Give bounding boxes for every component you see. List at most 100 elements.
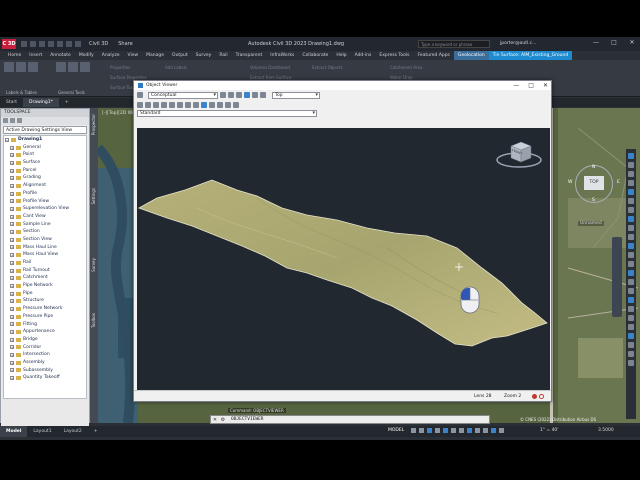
compass-south[interactable]: S — [592, 198, 595, 203]
command-line[interactable]: ✕ ⚙ OBJECTVIEWER — [210, 415, 490, 424]
transparency-icon[interactable] — [628, 288, 634, 294]
tree-item[interactable]: + Fitting — [4, 321, 86, 329]
tree-item[interactable]: + Grading — [4, 174, 86, 182]
object-viewer-canvas[interactable]: FRONT — [137, 128, 550, 390]
ov-ortho-icon[interactable] — [161, 101, 167, 108]
tree-root[interactable]: − Drawing1 — [4, 136, 86, 144]
ov-maximize-icon[interactable]: □ — [528, 81, 534, 90]
tree-item[interactable]: + Assembly — [4, 359, 86, 367]
ortho-toggle-icon[interactable] — [427, 428, 433, 433]
ov-zoom-extents-icon[interactable] — [252, 92, 258, 98]
expand-icon[interactable]: + — [10, 237, 14, 242]
side-tab-settings[interactable]: Settings — [91, 188, 97, 204]
new-icon[interactable] — [21, 41, 27, 47]
toolspace-view-icon[interactable] — [3, 118, 8, 123]
elevation-readout[interactable]: 3.5000 — [598, 428, 614, 433]
otrack-icon[interactable] — [628, 270, 634, 276]
tree-item[interactable]: + Point — [4, 151, 86, 159]
showmotion-icon[interactable] — [628, 189, 634, 195]
tab-manage[interactable]: Manage — [142, 51, 168, 60]
toolspace-icon[interactable] — [56, 62, 66, 72]
maximize-icon[interactable]: □ — [608, 39, 620, 48]
customize-icon[interactable] — [628, 360, 634, 366]
workspace-icon[interactable] — [628, 324, 634, 330]
expand-icon[interactable]: + — [10, 245, 14, 250]
ov-wireframe-icon[interactable] — [137, 101, 143, 108]
expand-icon[interactable]: + — [10, 345, 14, 350]
hardware-icon[interactable] — [628, 342, 634, 348]
tab-insert[interactable]: Insert — [25, 51, 46, 60]
compass-west[interactable]: W — [568, 180, 572, 185]
autoscale-icon[interactable] — [499, 428, 505, 433]
tab-addins[interactable]: Add-ins — [351, 51, 376, 60]
tab-help[interactable]: Help — [332, 51, 350, 60]
ov-fly-icon[interactable] — [193, 101, 199, 108]
tab-layout1[interactable]: Layout1 — [27, 426, 57, 437]
tab-view[interactable]: View — [123, 51, 142, 60]
ov-zoom-icon[interactable] — [228, 92, 234, 98]
toolspace-refresh-icon[interactable] — [10, 118, 15, 123]
ov-shaded-icon[interactable] — [153, 101, 159, 108]
gizmo-icon[interactable] — [628, 306, 634, 312]
ribbon-item[interactable]: Add Labels — [165, 65, 187, 70]
save-icon[interactable] — [39, 41, 45, 47]
ucs-label[interactable]: Unnamed — [578, 221, 604, 226]
osnap-icon[interactable] — [628, 261, 634, 267]
tab-infraworks[interactable]: InfraWorks — [266, 51, 298, 60]
cmd-customize-icon[interactable]: ⚙ — [219, 417, 227, 423]
add-tables-icon[interactable] — [16, 62, 26, 72]
expand-icon[interactable]: + — [10, 276, 14, 281]
clean-screen-icon[interactable] — [628, 351, 634, 357]
tab-home[interactable]: Home — [4, 51, 25, 60]
expand-icon[interactable]: + — [10, 214, 14, 219]
side-tab-prospector[interactable]: Prospector — [91, 114, 97, 135]
undo-icon[interactable] — [66, 41, 72, 47]
compass-east[interactable]: E — [617, 180, 620, 185]
expand-icon[interactable]: + — [10, 222, 14, 227]
new-tab-icon[interactable]: + — [59, 98, 75, 107]
expand-icon[interactable]: + — [10, 291, 14, 296]
expand-icon[interactable]: + — [10, 268, 14, 273]
expand-icon[interactable]: + — [10, 253, 14, 258]
tree-item[interactable]: + Mass Haul View — [4, 251, 86, 259]
expand-icon[interactable]: + — [10, 322, 14, 327]
tab-modify[interactable]: Modify — [75, 51, 98, 60]
tree-item[interactable]: + Catchment — [4, 274, 86, 282]
inquiry-icon[interactable] — [68, 62, 78, 72]
snap-toggle-icon[interactable] — [419, 428, 425, 433]
selection-cycling-icon[interactable] — [483, 428, 489, 433]
tree-item[interactable]: + Appurtenance — [4, 328, 86, 336]
geo-icon[interactable] — [628, 216, 634, 222]
tree-item[interactable]: + Section — [4, 228, 86, 236]
orbit-icon[interactable] — [628, 180, 634, 186]
expand-icon[interactable]: + — [10, 191, 14, 196]
side-tab-toolbox[interactable]: Toolbox — [91, 313, 97, 328]
map-icon[interactable] — [628, 207, 634, 213]
annotation-scale[interactable]: 1" = 40' — [540, 428, 559, 433]
open-icon[interactable] — [30, 41, 36, 47]
otrack-toggle-icon[interactable] — [459, 428, 465, 433]
expand-icon[interactable]: + — [10, 306, 14, 311]
expand-icon[interactable]: + — [10, 207, 14, 212]
lineweight-icon[interactable] — [628, 279, 634, 285]
tab-drawing1[interactable]: Drawing1* — [23, 98, 59, 107]
polar-toggle-icon[interactable] — [435, 428, 441, 433]
query-icon[interactable] — [80, 62, 90, 72]
steering-wheel-icon[interactable] — [628, 153, 634, 159]
expand-icon[interactable]: + — [10, 376, 14, 381]
expand-icon[interactable]: + — [10, 160, 14, 165]
ov-pan-icon[interactable] — [220, 92, 226, 98]
tree-item[interactable]: + Profile — [4, 190, 86, 198]
ortho-icon[interactable] — [628, 243, 634, 249]
tab-tin-surface[interactable]: Tin Surface: AIM_Existing_Ground — [488, 51, 573, 60]
ov-close-icon[interactable]: ✕ — [543, 81, 548, 90]
expand-icon[interactable]: + — [10, 153, 14, 158]
tree-item[interactable]: + Pressure Pipe — [4, 313, 86, 321]
map-navcube[interactable]: N W E S TOP — [568, 165, 620, 203]
ov-hidden-icon[interactable] — [145, 101, 151, 108]
ribbon-item[interactable]: Extract Objects — [312, 65, 343, 70]
model-toggle[interactable]: MODEL — [388, 428, 404, 433]
object-viewer-titlebar[interactable]: Object Viewer — □ ✕ — [134, 81, 551, 90]
command-input[interactable]: OBJECTVIEWER — [231, 417, 264, 422]
expand-icon[interactable]: + — [10, 299, 14, 304]
